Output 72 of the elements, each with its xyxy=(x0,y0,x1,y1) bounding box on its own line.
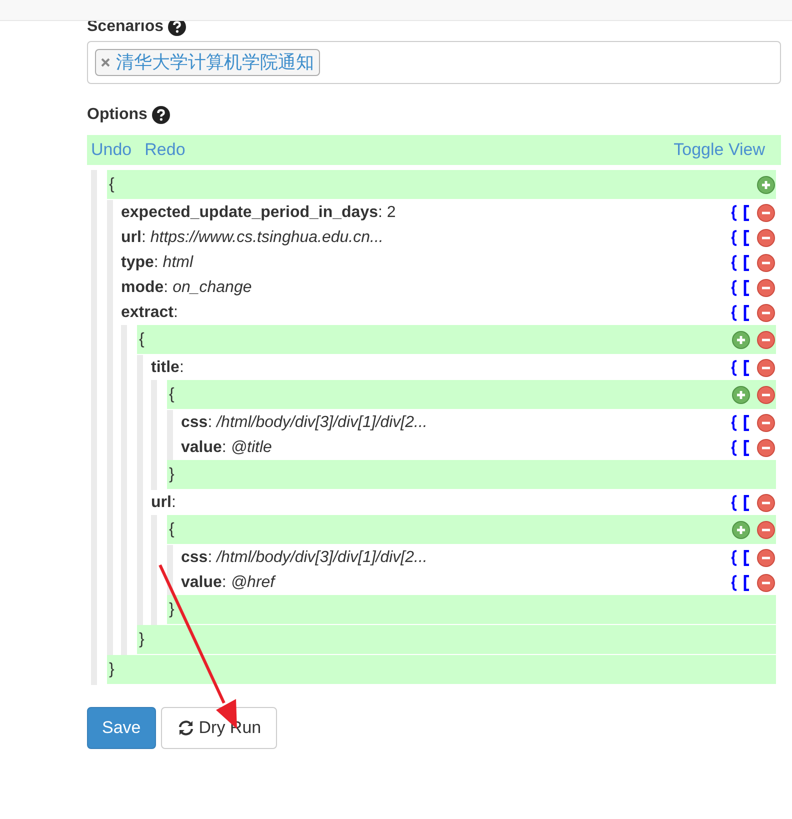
field-line: css: /html/body/div[3]/div[1]/div[2... xyxy=(181,412,428,432)
brace-icon[interactable] xyxy=(730,440,738,456)
open-brace: { xyxy=(169,384,174,404)
field-line: value: @href xyxy=(181,572,275,592)
remove-icon[interactable] xyxy=(757,304,775,322)
close-brace: } xyxy=(109,660,114,680)
close-brace: } xyxy=(139,630,144,650)
brace-icon[interactable] xyxy=(730,204,738,220)
remove-icon[interactable] xyxy=(757,414,775,432)
brace-icon[interactable] xyxy=(730,550,738,566)
field-line: css: /html/body/div[3]/div[1]/div[2... xyxy=(181,548,428,568)
brace-icon[interactable] xyxy=(730,494,738,510)
help-icon[interactable] xyxy=(152,106,170,124)
close-brace: } xyxy=(169,600,174,620)
brace-icon[interactable] xyxy=(730,574,738,590)
brace-icon[interactable] xyxy=(730,280,738,296)
bracket-icon[interactable] xyxy=(743,414,750,430)
bracket-icon[interactable] xyxy=(743,574,750,590)
brace-icon[interactable] xyxy=(730,360,738,376)
open-brace: { xyxy=(109,174,114,194)
bracket-icon[interactable] xyxy=(743,280,750,296)
brace-icon[interactable] xyxy=(730,414,738,430)
add-icon[interactable] xyxy=(732,330,750,348)
scenarios-field[interactable]: 清华大学计算机学院通知 xyxy=(87,41,781,84)
field-line: extract: xyxy=(121,302,178,322)
remove-icon[interactable] xyxy=(757,358,775,376)
close-brace: } xyxy=(169,464,174,484)
remove-icon[interactable] xyxy=(757,386,775,404)
remove-icon[interactable] xyxy=(757,228,775,246)
redo-link[interactable]: Redo xyxy=(144,137,186,163)
bracket-icon[interactable] xyxy=(743,204,750,220)
remove-icon[interactable] xyxy=(757,278,775,296)
open-brace: { xyxy=(169,520,174,540)
help-icon[interactable] xyxy=(168,18,186,36)
add-icon[interactable] xyxy=(732,386,750,404)
brace-icon[interactable] xyxy=(730,254,738,270)
bracket-icon[interactable] xyxy=(743,230,750,246)
add-icon[interactable] xyxy=(732,520,750,538)
field-line: expected_update_period_in_days: 2 xyxy=(121,202,396,222)
tag-text: 清华大学计算机学院通知 xyxy=(116,51,314,74)
undo-link[interactable]: Undo xyxy=(91,137,132,163)
remove-icon[interactable] xyxy=(757,548,775,566)
field-line: mode: on_change xyxy=(121,278,252,298)
remove-icon[interactable] xyxy=(757,204,775,222)
bracket-icon[interactable] xyxy=(743,494,750,510)
remove-tag-icon[interactable] xyxy=(101,58,110,67)
field-line: type: html xyxy=(121,252,194,272)
save-button[interactable]: Save xyxy=(87,707,156,749)
bracket-icon[interactable] xyxy=(743,254,750,270)
open-brace: { xyxy=(139,330,144,350)
scenario-tag[interactable]: 清华大学计算机学院通知 xyxy=(95,49,320,76)
remove-icon[interactable] xyxy=(757,254,775,272)
remove-icon[interactable] xyxy=(757,574,775,592)
remove-icon[interactable] xyxy=(757,520,775,538)
refresh-icon xyxy=(176,719,195,737)
bracket-icon[interactable] xyxy=(743,360,750,376)
brace-icon[interactable] xyxy=(730,230,738,246)
bracket-icon[interactable] xyxy=(743,304,750,320)
remove-icon[interactable] xyxy=(757,438,775,456)
remove-icon[interactable] xyxy=(757,494,775,512)
bracket-icon[interactable] xyxy=(743,550,750,566)
field-line: url: xyxy=(151,492,176,512)
options-label: Options xyxy=(87,105,148,125)
brace-icon[interactable] xyxy=(730,304,738,320)
bracket-icon[interactable] xyxy=(743,440,750,456)
field-line: value: @title xyxy=(181,438,272,458)
remove-icon[interactable] xyxy=(757,330,775,348)
field-line: url: https://www.cs.tsinghua.edu.cn... xyxy=(121,228,384,248)
add-icon[interactable] xyxy=(757,176,775,194)
field-line: title: xyxy=(151,358,184,378)
scenarios-label: Scenarios xyxy=(87,17,164,37)
toggle-view-link[interactable]: Toggle View xyxy=(674,137,765,163)
